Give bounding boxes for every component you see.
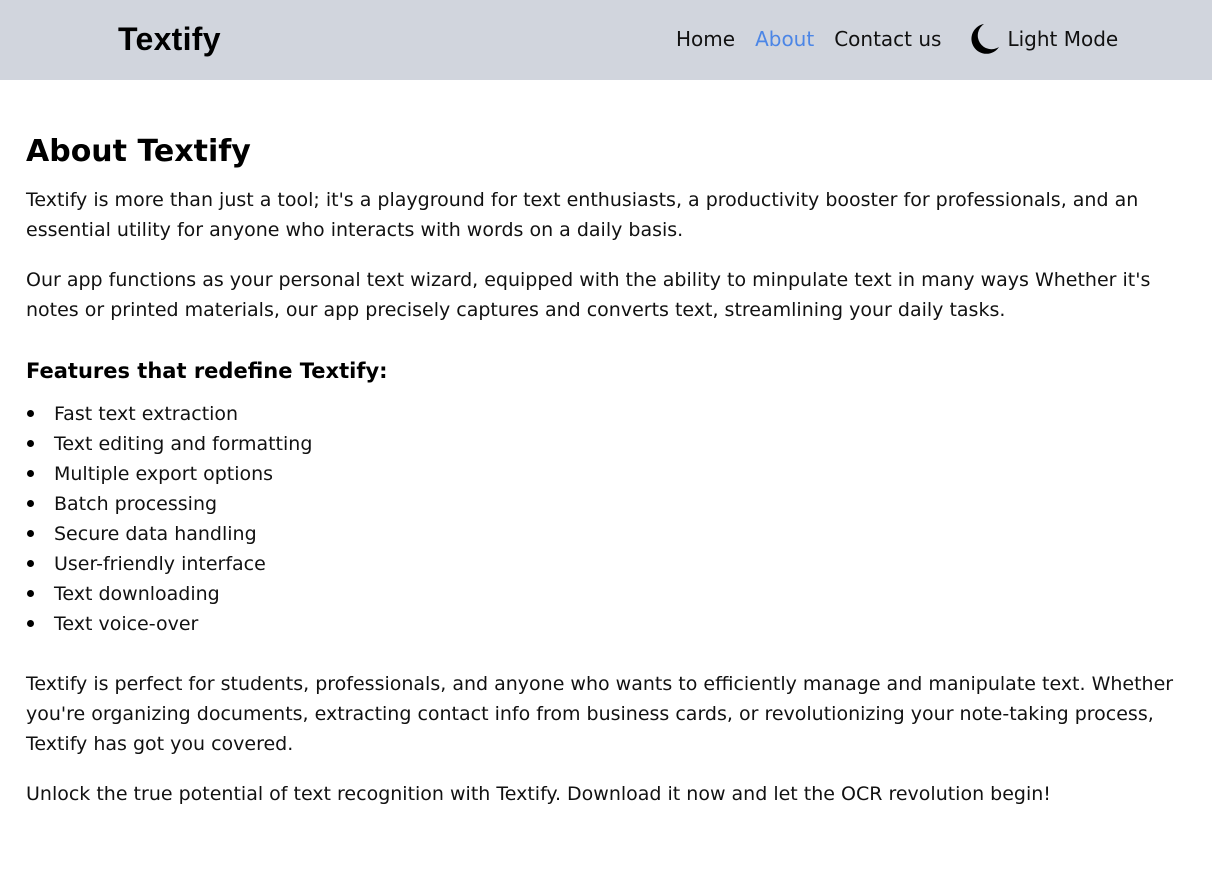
features-heading: Features that redefine Textify:: [26, 359, 388, 383]
intro-paragraph-2: Our app functions as your personal text …: [26, 269, 1151, 321]
bullet-icon: [27, 470, 34, 477]
brand-logo[interactable]: Textify: [118, 17, 221, 61]
bullet-icon: [27, 440, 34, 447]
feature-label: Multiple export options: [54, 463, 274, 485]
bullet-icon: [27, 410, 34, 417]
feature-label: Batch processing: [54, 493, 218, 515]
page-title: About Textify: [26, 134, 251, 169]
feature-label: Text voice-over: [54, 613, 199, 635]
bullet-icon: [27, 560, 34, 567]
intro-paragraph-1: Textify is more than just a tool; it's a…: [26, 189, 1139, 241]
feature-item: Multiple export options: [26, 459, 1196, 489]
features-list: Fast text extraction Text editing and fo…: [26, 399, 1196, 639]
feature-label: Secure data handling: [54, 523, 257, 545]
bullet-icon: [27, 590, 34, 597]
bullet-icon: [27, 620, 34, 627]
feature-item: User-friendly interface: [26, 549, 1196, 579]
nav-link-home[interactable]: Home: [676, 20, 735, 58]
feature-item: Fast text extraction: [26, 399, 1196, 429]
navbar: Textify Home About Contact us Light Mode: [0, 0, 1212, 80]
bullet-icon: [27, 500, 34, 507]
feature-item: Batch processing: [26, 489, 1196, 519]
moon-icon: [965, 21, 1001, 57]
feature-label: Fast text extraction: [54, 403, 239, 425]
feature-label: Text editing and formatting: [54, 433, 313, 455]
nav-link-about[interactable]: About: [755, 20, 814, 58]
about-content: About Textify Textify is more than just …: [26, 128, 1196, 809]
nav-menu: Home About Contact us Light Mode: [676, 20, 1118, 58]
feature-item: Secure data handling: [26, 519, 1196, 549]
feature-item: Text voice-over: [26, 609, 1196, 639]
feature-label: User-friendly interface: [54, 553, 266, 575]
nav-link-contact[interactable]: Contact us: [834, 20, 941, 58]
feature-label: Text downloading: [54, 583, 220, 605]
outro-paragraph-1: Textify is perfect for students, profess…: [26, 673, 1174, 755]
feature-item: Text editing and formatting: [26, 429, 1196, 459]
outro-paragraph-2: Unlock the true potential of text recogn…: [26, 783, 1051, 805]
bullet-icon: [27, 530, 34, 537]
theme-toggle-label: Light Mode: [1007, 27, 1119, 51]
feature-item: Text downloading: [26, 579, 1196, 609]
theme-toggle[interactable]: Light Mode: [965, 20, 1118, 58]
